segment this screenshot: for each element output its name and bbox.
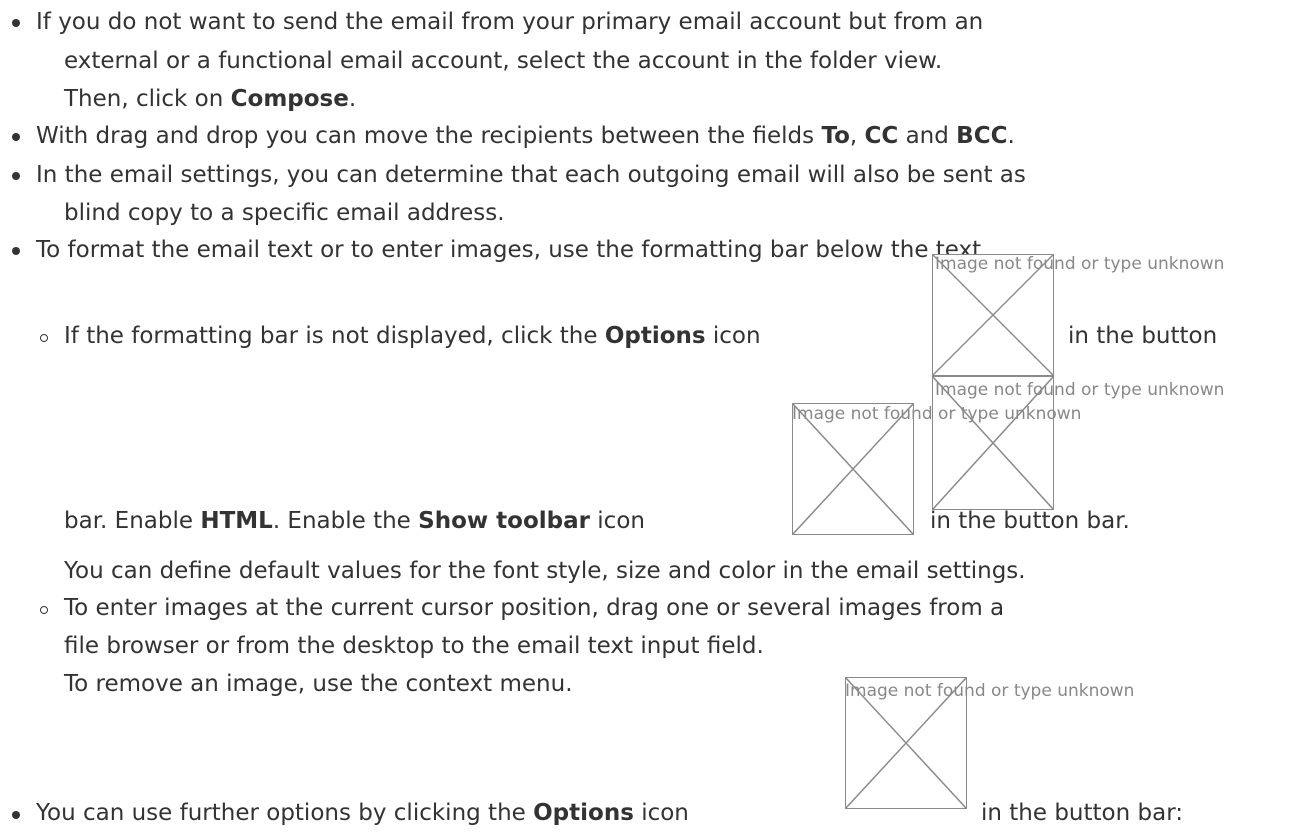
subitem-2-line-3: To remove an image, use the context menu… — [64, 671, 573, 697]
sub-list-bullet — [40, 334, 48, 342]
item-5-line-1: You can use further options by clicking … — [36, 799, 689, 827]
options-label: Options — [533, 800, 634, 826]
subitem-1-line-2-icon-word: icon — [589, 508, 645, 534]
show-toolbar-label: Show toolbar — [418, 508, 590, 534]
subitem-1-line-2-end: in the button bar. — [930, 508, 1130, 534]
compose-label: Compose — [230, 86, 349, 112]
item-2-text: With drag and drop you can move the reci… — [36, 123, 822, 149]
cc-field-label: CC — [864, 123, 899, 149]
item-5-line-1-end: in the button bar: — [981, 800, 1184, 826]
list-bullet — [12, 133, 20, 141]
options-label: Options — [604, 323, 706, 349]
broken-image-caption: Image not found or type unknown — [792, 404, 1082, 424]
sub-list-bullet — [40, 606, 48, 614]
html-label: HTML — [200, 508, 273, 534]
item-2-sep1: , — [849, 123, 865, 149]
list-bullet — [12, 247, 20, 255]
item-1-line-3-text: Then, click on — [64, 86, 231, 112]
item-2-suffix: . — [1007, 123, 1015, 149]
item-2-line-1: With drag and drop you can move the reci… — [36, 122, 1015, 150]
broken-image-caption: Image not found or type unknown — [935, 380, 1225, 400]
subitem-1-line-3: You can define default values for the fo… — [64, 558, 1026, 584]
subitem-2-line-1: To enter images at the current cursor po… — [64, 595, 1005, 621]
item-2-sep2: and — [898, 123, 957, 149]
subitem-1-line-2-mid: . Enable the — [272, 508, 419, 534]
broken-image-caption: Image not found or type unknown — [935, 254, 1225, 274]
item-1-line-2: external or a functional email account, … — [64, 48, 943, 74]
list-bullet — [12, 19, 20, 27]
broken-image-caption: Image not found or type unknown — [845, 681, 1135, 701]
subitem-1-line-2-text: bar. Enable — [64, 508, 201, 534]
item-4-line-1: To format the email text or to enter ima… — [36, 237, 989, 263]
subitem-1-icon-word: icon — [705, 323, 761, 349]
item-1-line-3-suffix: . — [348, 86, 357, 112]
item-1-line-3: Then, click on Compose. — [64, 85, 356, 113]
item-3-line-2: blind copy to a specific email address. — [64, 200, 505, 226]
item-3-line-1: In the email settings, you can determine… — [36, 162, 1026, 188]
list-bullet — [12, 811, 20, 819]
subitem-1-line-1: If the formatting bar is not displayed, … — [64, 322, 761, 350]
item-5-icon-word: icon — [633, 800, 689, 826]
subitem-1-line-1-end: in the button — [1068, 323, 1218, 349]
to-field-label: To — [821, 123, 850, 149]
bcc-field-label: BCC — [956, 123, 1008, 149]
subitem-2-line-2: file browser or from the desktop to the … — [64, 633, 764, 659]
item-1-line-1: If you do not want to send the email fro… — [36, 9, 984, 35]
item-5-text: You can use further options by clicking … — [36, 800, 534, 826]
subitem-1-text: If the formatting bar is not displayed, … — [64, 323, 605, 349]
subitem-1-line-2: bar. Enable HTML. Enable the Show toolba… — [64, 507, 645, 535]
list-bullet — [12, 172, 20, 180]
